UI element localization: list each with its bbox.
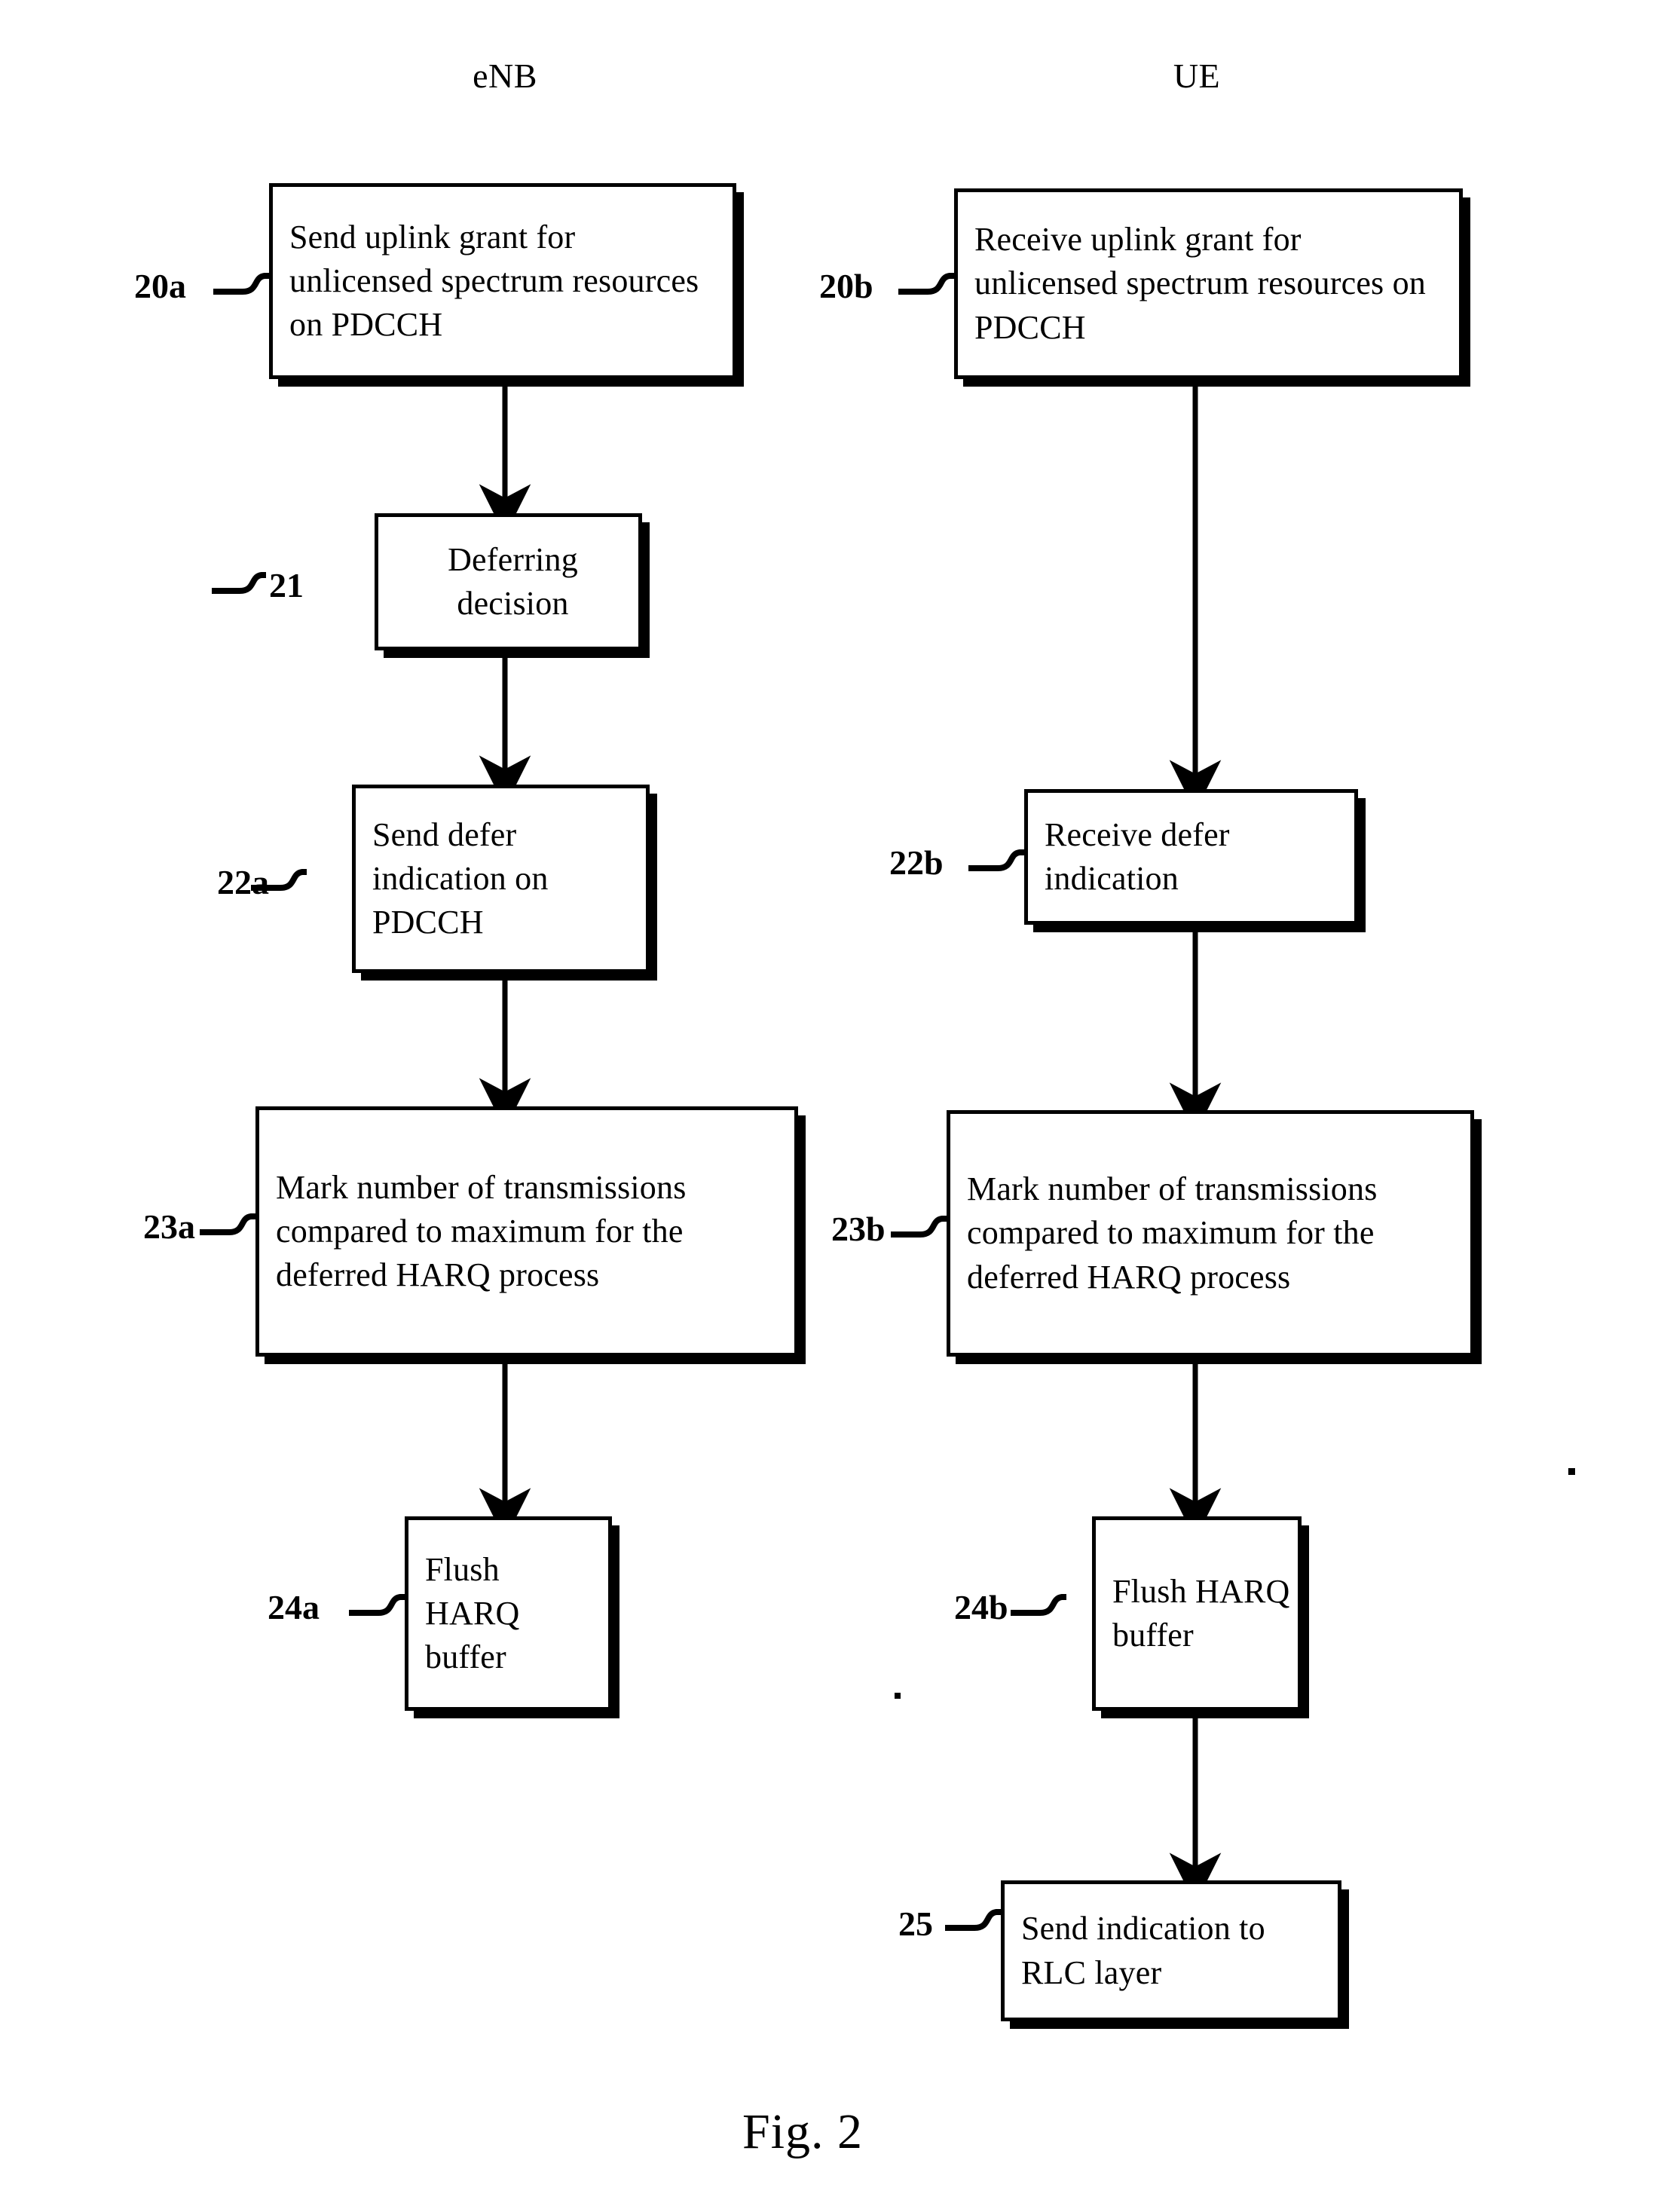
step-box-20a[interactable]: Send uplink grant for unlicensed spectru…	[269, 183, 736, 379]
step-box-24b-text: Flush HARQ buffer	[1112, 1572, 1290, 1654]
step-box-23a[interactable]: Mark number of transmissions compared to…	[255, 1106, 798, 1357]
leader-25	[945, 1909, 1001, 1931]
leader-21	[212, 572, 266, 594]
ref-numeral-23a: 23a	[143, 1207, 195, 1246]
leader-24b	[1011, 1594, 1066, 1616]
step-box-22a-text: Send defer indication on PDCCH	[372, 815, 549, 941]
step-box-23b-text: Mark number of transmissions compared to…	[967, 1170, 1378, 1296]
ref-numeral-20b: 20b	[819, 267, 873, 305]
ref-numeral-22a: 22a	[217, 863, 269, 901]
ref-numeral-22b: 22b	[889, 843, 944, 882]
step-box-21[interactable]: Deferring decision	[375, 513, 642, 650]
step-box-25[interactable]: Send indication to RLC layer	[1001, 1880, 1341, 2021]
step-box-24b[interactable]: Flush HARQ buffer	[1092, 1516, 1302, 1711]
leader-22b	[968, 849, 1024, 871]
ref-numeral-24a: 24a	[268, 1588, 320, 1626]
ref-numeral-21: 21	[269, 566, 304, 604]
step-box-21-text: Deferring decision	[448, 540, 578, 622]
step-box-23b[interactable]: Mark number of transmissions compared to…	[947, 1110, 1474, 1357]
step-box-20b-text: Receive uplink grant for unlicensed spec…	[974, 221, 1426, 346]
step-box-22b[interactable]: Receive defer indication	[1024, 789, 1358, 925]
ref-numeral-24b: 24b	[954, 1588, 1008, 1626]
step-box-23a-text: Mark number of transmissions compared to…	[276, 1168, 687, 1294]
leader-20b	[898, 273, 954, 295]
ref-numeral-23b: 23b	[831, 1210, 886, 1248]
leader-24a	[349, 1594, 405, 1616]
leader-23b	[891, 1216, 947, 1238]
column-header-ue: UE	[1173, 57, 1221, 95]
scan-speck	[1568, 1468, 1575, 1475]
step-box-22b-text: Receive defer indication	[1045, 815, 1230, 897]
column-header-enb: eNB	[473, 57, 537, 95]
step-box-20b[interactable]: Receive uplink grant for unlicensed spec…	[954, 188, 1463, 379]
step-box-20a-text: Send uplink grant for unlicensed spectru…	[289, 218, 699, 344]
scan-speck	[895, 1693, 901, 1699]
step-box-25-text: Send indication to RLC layer	[1021, 1910, 1265, 1991]
step-box-22a[interactable]: Send defer indication on PDCCH	[352, 785, 650, 973]
ref-numeral-20a: 20a	[134, 267, 186, 305]
leader-23a	[200, 1213, 255, 1235]
step-box-24a[interactable]: Flush HARQ buffer	[405, 1516, 612, 1711]
leader-20a	[213, 273, 269, 295]
patent-figure: eNB UE Send uplink grant for unlicensed …	[0, 0, 1658, 2212]
figure-caption: Fig. 2	[742, 2104, 864, 2159]
ref-numeral-25: 25	[898, 1905, 933, 1943]
step-box-24a-text: Flush HARQ buffer	[425, 1550, 520, 1676]
